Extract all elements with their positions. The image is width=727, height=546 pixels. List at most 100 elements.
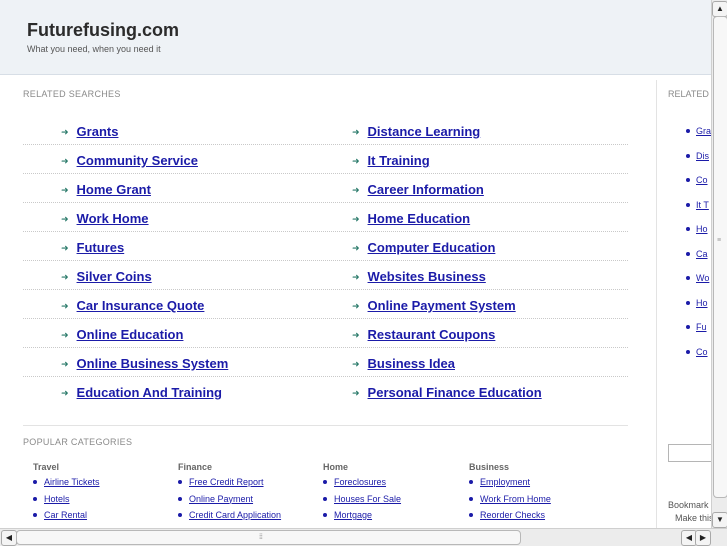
category-link[interactable]: Credit Card Application: [189, 510, 281, 520]
bullet-icon: [323, 513, 327, 517]
arrow-right-icon: ➜: [61, 185, 69, 195]
bullet-icon: [323, 480, 327, 484]
site-tagline: What you need, when you need it: [27, 44, 161, 54]
bookmark-link[interactable]: Bookmark: [668, 500, 709, 510]
list-item: Reorder Checks: [442, 510, 582, 527]
scroll-down-button[interactable]: ▼: [712, 512, 727, 528]
bullet-icon: [686, 129, 690, 133]
related-search-item: ➜ Silver Coins: [61, 269, 152, 284]
bullet-icon: [686, 153, 690, 158]
list-item: Mortgage: [296, 510, 436, 527]
sidebar-link[interactable]: Ho: [696, 298, 708, 308]
category-link[interactable]: Work From Home: [480, 494, 551, 504]
sidebar: RELATED Gra Dis Co It T Ho Ca Wo Ho Fu Co Bookmar…: [656, 80, 711, 528]
category-column: Finance Free Credit Report Online Payment C…: [151, 462, 291, 527]
related-search-link[interactable]: Work Home: [77, 211, 149, 226]
bullet-icon: [33, 496, 37, 501]
category-link[interactable]: Car Rental: [44, 510, 87, 520]
horizontal-scroll-thumb[interactable]: ⁞⁞⁞: [16, 530, 521, 545]
arrow-right-icon: ➜: [61, 359, 69, 369]
arrow-right-icon: ➜: [352, 388, 360, 398]
related-search-link[interactable]: Restaurant Coupons: [368, 327, 496, 342]
sidebar-link[interactable]: It T: [696, 200, 709, 210]
related-search-link[interactable]: Distance Learning: [368, 124, 481, 139]
related-search-link[interactable]: Futures: [77, 240, 125, 255]
category-heading: Finance: [178, 462, 213, 472]
category-link[interactable]: Employment: [480, 477, 530, 487]
related-search-link[interactable]: It Training: [368, 153, 430, 168]
sidebar-link[interactable]: Ho: [696, 224, 708, 234]
horizontal-scrollbar[interactable]: ◀ ⁞⁞⁞ ◀ ▶: [0, 528, 727, 546]
sidebar-link[interactable]: Co: [696, 347, 708, 357]
sidebar-link[interactable]: Wo: [696, 273, 709, 283]
related-search-link[interactable]: Grants: [77, 124, 119, 139]
bullet-icon: [178, 496, 182, 501]
related-search-item: ➜ Restaurant Coupons: [352, 327, 495, 342]
list-item: Online Payment: [151, 494, 291, 511]
category-link[interactable]: Hotels: [44, 494, 70, 504]
divider: [23, 425, 628, 426]
category-link[interactable]: Mortgage: [334, 510, 372, 520]
list-item: Houses For Sale: [296, 494, 436, 511]
sidebar-link[interactable]: Dis: [696, 151, 709, 161]
category-link[interactable]: Free Credit Report: [189, 477, 264, 487]
arrow-right-icon: ➜: [61, 388, 69, 398]
sidebar-link[interactable]: Ca: [696, 249, 708, 259]
category-column: Business Employment Work From Home Reorder …: [442, 462, 582, 527]
related-search-item: ➜ Distance Learning: [352, 124, 480, 139]
sidebar-link[interactable]: Co: [696, 175, 708, 185]
sidebar-link[interactable]: Fu: [696, 322, 707, 332]
category-link[interactable]: Reorder Checks: [480, 510, 545, 520]
related-search-item: ➜ Personal Finance Education: [352, 385, 542, 400]
related-search-link[interactable]: Online Education: [77, 327, 184, 342]
arrow-right-icon: ➜: [61, 214, 69, 224]
arrow-right-icon: ➜: [352, 185, 360, 195]
related-search-link[interactable]: Career Information: [368, 182, 484, 197]
scroll-left-button[interactable]: ◀: [1, 530, 17, 546]
related-search-link[interactable]: Online Business System: [77, 356, 229, 371]
category-link[interactable]: Online Payment: [189, 494, 253, 504]
category-link[interactable]: Foreclosures: [334, 477, 386, 487]
list-item: Work From Home: [442, 494, 582, 511]
scroll-right-button[interactable]: ▶: [695, 530, 711, 546]
category-link[interactable]: Airline Tickets: [44, 477, 100, 487]
make-homepage-link[interactable]: Make this: [675, 513, 711, 523]
related-search-link[interactable]: Education And Training: [77, 385, 222, 400]
vertical-scroll-thumb[interactable]: ≡: [713, 16, 727, 498]
related-search-link[interactable]: Home Education: [368, 211, 471, 226]
related-search-link[interactable]: Community Service: [77, 153, 198, 168]
sidebar-item: Gra: [686, 126, 711, 151]
sidebar-link[interactable]: Gra: [696, 126, 711, 136]
sidebar-item: It T: [686, 200, 711, 225]
sidebar-item: Dis: [686, 151, 711, 176]
related-search-link[interactable]: Car Insurance Quote: [77, 298, 205, 313]
bullet-icon: [33, 513, 37, 517]
related-search-item: ➜ Futures: [61, 240, 124, 255]
related-search-link[interactable]: Silver Coins: [77, 269, 152, 284]
site-title[interactable]: Futurefusing.com: [27, 20, 179, 41]
vertical-scrollbar[interactable]: ▲ ≡ ▼: [711, 0, 727, 528]
arrow-right-icon: ➜: [352, 156, 360, 166]
related-search-link[interactable]: Computer Education: [368, 240, 496, 255]
related-searches-heading: RELATED SEARCHES: [23, 89, 121, 99]
result-row: ➜ Grants ➜ Distance Learning: [23, 116, 628, 145]
search-input[interactable]: [668, 444, 711, 462]
popular-categories-heading: POPULAR CATEGORIES: [23, 437, 133, 447]
related-search-item: ➜ Online Business System: [61, 356, 228, 371]
related-search-item: ➜ Websites Business: [352, 269, 486, 284]
scroll-up-button[interactable]: ▲: [712, 1, 727, 17]
result-row: ➜ Home Grant ➜ Career Information: [23, 174, 628, 203]
related-search-link[interactable]: Business Idea: [368, 356, 455, 371]
sidebar-item: Ho: [686, 298, 711, 323]
category-link[interactable]: Houses For Sale: [334, 494, 401, 504]
related-search-link[interactable]: Websites Business: [368, 269, 486, 284]
related-search-link[interactable]: Online Payment System: [368, 298, 516, 313]
arrow-right-icon: ➜: [352, 330, 360, 340]
related-search-link[interactable]: Home Grant: [77, 182, 151, 197]
related-search-item: ➜ Home Grant: [61, 182, 151, 197]
related-search-link[interactable]: Personal Finance Education: [368, 385, 542, 400]
bullet-icon: [323, 496, 327, 501]
list-item: Credit Card Application: [151, 510, 291, 527]
related-search-item: ➜ Career Information: [352, 182, 484, 197]
bullet-icon: [686, 202, 690, 207]
